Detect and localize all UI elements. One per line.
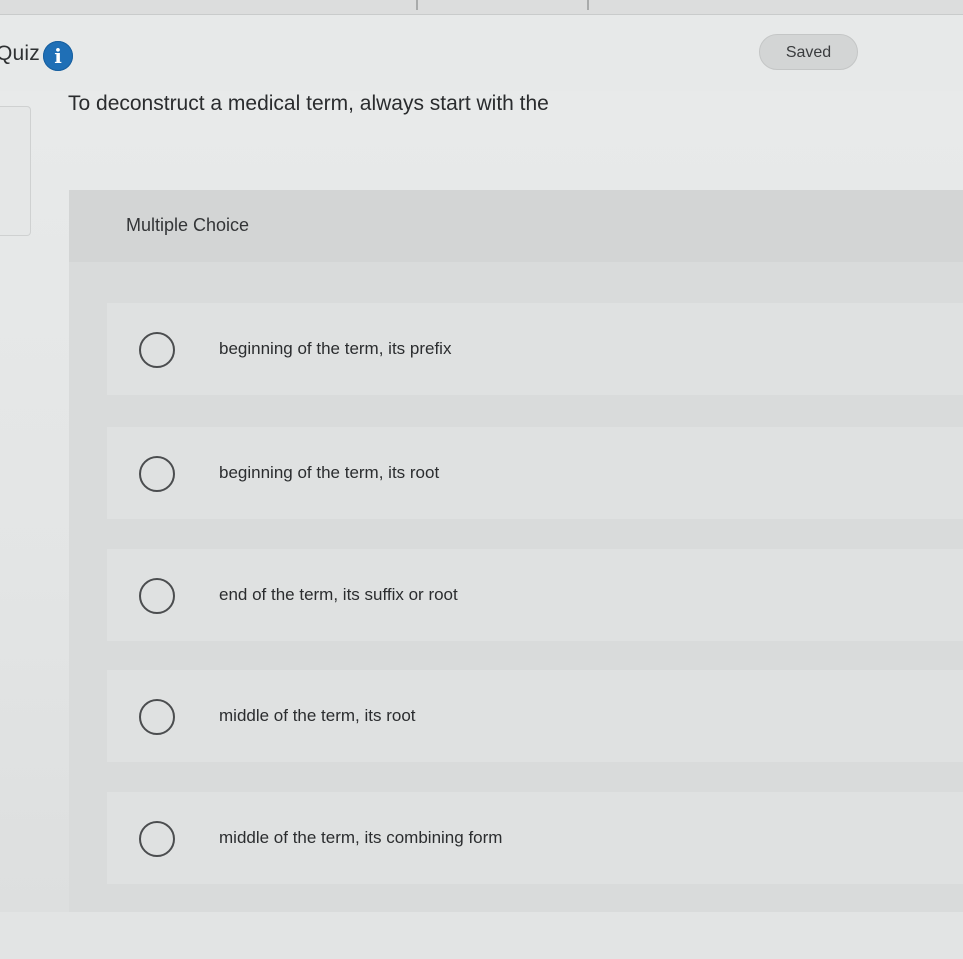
answer-option-label: end of the term, its suffix or root (219, 585, 458, 604)
footer-area (0, 912, 963, 959)
radio-button-icon[interactable] (139, 578, 175, 614)
answer-option-label: beginning of the term, its prefix (219, 339, 452, 358)
left-rail (0, 106, 31, 236)
question-type-label: Multiple Choice (126, 215, 250, 235)
radio-button-icon[interactable] (139, 699, 175, 735)
answer-option-4[interactable]: middle of the term, its root (107, 670, 963, 762)
strip-tick (587, 0, 589, 10)
info-icon[interactable]: i (43, 41, 73, 71)
quiz-title: Quiz (0, 42, 40, 65)
answer-option-1[interactable]: beginning of the term, its prefix (107, 303, 963, 395)
multiple-choice-header: Multiple Choice (69, 190, 963, 262)
answer-option-label: middle of the term, its combining form (219, 828, 503, 847)
radio-button-icon[interactable] (139, 821, 175, 857)
radio-button-icon[interactable] (139, 332, 175, 368)
answer-option-label: middle of the term, its root (219, 706, 416, 725)
question-prompt: To deconstruct a medical term, always st… (68, 92, 549, 115)
quiz-page: Quiz i Saved To deconstruct a medical te… (0, 0, 963, 959)
answer-option-5[interactable]: middle of the term, its combining form (107, 792, 963, 884)
multiple-choice-panel: Multiple Choice beginning of the term, i… (69, 190, 963, 912)
top-progress-strip (0, 0, 963, 15)
answer-option-3[interactable]: end of the term, its suffix or root (107, 549, 963, 641)
answer-option-label: beginning of the term, its root (219, 463, 440, 482)
saved-status-badge: Saved (759, 34, 858, 70)
strip-tick (416, 0, 418, 10)
radio-button-icon[interactable] (139, 456, 175, 492)
answer-option-2[interactable]: beginning of the term, its root (107, 427, 963, 519)
